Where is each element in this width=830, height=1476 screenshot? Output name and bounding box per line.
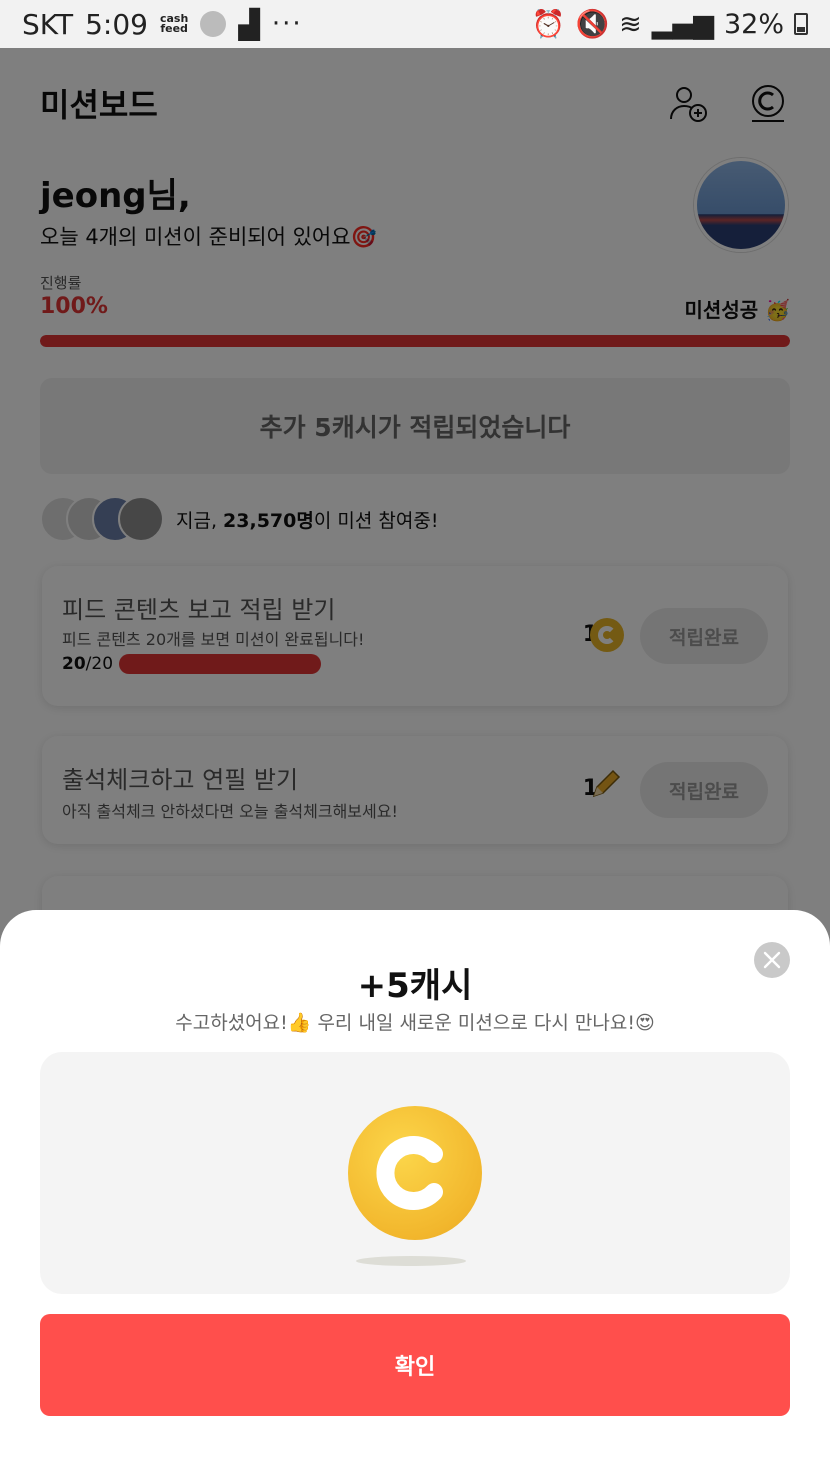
coin-panel xyxy=(40,1052,790,1294)
clock: 5:09 xyxy=(85,7,148,41)
reward-subtitle: 수고하셨어요!👍 우리 내일 새로운 미션으로 다시 만나요!😍 xyxy=(175,1012,655,1034)
battery-percent: 32% xyxy=(723,8,784,40)
stairs-notification-icon: ▟ xyxy=(238,7,260,41)
wifi-icon: ≋ xyxy=(619,8,642,40)
confirm-button[interactable]: 확인 xyxy=(40,1314,790,1416)
coin-icon xyxy=(348,1106,482,1240)
cashfeed-notification-icon: cash feed xyxy=(159,12,189,35)
alarm-icon: ⏰ xyxy=(531,9,566,40)
coin-shadow xyxy=(356,1256,466,1266)
reward-title: +5캐시 xyxy=(357,966,473,1006)
more-notifications-icon: ··· xyxy=(271,9,303,39)
carrier: SKT xyxy=(22,7,74,41)
status-bar: SKT 5:09 cash feed ▟ ··· ⏰ 🔇 ≋ ▂▄▆ 32% xyxy=(0,0,830,48)
mute-icon: 🔇 xyxy=(575,9,610,40)
reward-bottom-sheet: +5캐시 수고하셨어요!👍 우리 내일 새로운 미션으로 다시 만나요!😍 확인 xyxy=(0,910,830,1476)
app-notification-icon xyxy=(200,11,227,37)
signal-icon: ▂▄▆ xyxy=(651,8,714,40)
battery-icon xyxy=(794,13,808,35)
